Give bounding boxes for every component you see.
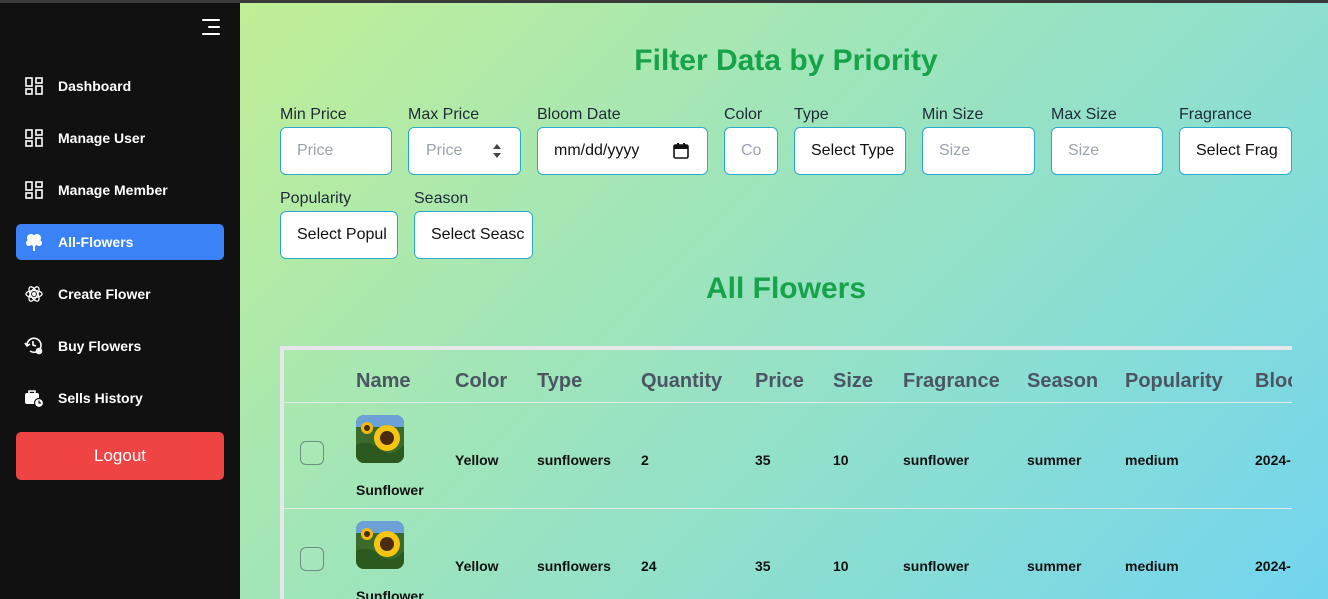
sidebar-item-manage-member[interactable]: Manage Member <box>16 172 224 208</box>
cell-size: 10 <box>833 452 849 468</box>
history-gear-icon <box>24 336 44 356</box>
color-input[interactable]: Co <box>724 127 778 175</box>
row-divider <box>284 508 1292 509</box>
filter-title: Filter Data by Priority <box>634 44 938 77</box>
main-content: Filter Data by Priority Min Price Price … <box>240 0 1328 599</box>
type-field: Type Select Type <box>794 105 906 175</box>
column-header-name[interactable]: Name <box>356 370 410 393</box>
cell-name: Sunflower <box>356 588 424 599</box>
column-header-bloom-date[interactable]: Bloo <box>1255 370 1292 393</box>
menu-toggle-icon[interactable] <box>200 18 222 36</box>
sunflower-thumbnail <box>356 521 404 569</box>
briefcase-clock-icon <box>24 388 44 408</box>
dashboard-grid-icon <box>24 180 44 200</box>
sidebar-item-all-flowers[interactable]: All-Flowers <box>16 224 224 260</box>
cell-bloom-date: 2024- <box>1255 558 1291 574</box>
column-header-popularity[interactable]: Popularity <box>1125 370 1223 393</box>
column-header-fragrance[interactable]: Fragrance <box>903 370 1000 393</box>
row-divider <box>284 402 1292 403</box>
popularity-label: Popularity <box>280 190 352 207</box>
max-price-placeholder: Price <box>426 142 463 159</box>
max-price-input[interactable]: Price <box>408 127 521 175</box>
type-select[interactable]: Select Type <box>794 127 906 175</box>
sidebar-item-sells-history[interactable]: Sells History <box>16 380 224 416</box>
cell-type: sunflowers <box>537 452 611 468</box>
sidebar-item-label: Sells History <box>58 390 143 406</box>
max-price-label: Max Price <box>408 106 480 123</box>
min-price-label: Min Price <box>280 106 347 123</box>
sidebar-item-label: Manage User <box>58 130 146 146</box>
atom-icon <box>24 284 44 304</box>
min-size-label: Min Size <box>922 106 984 123</box>
cell-fragrance: sunflower <box>903 452 970 468</box>
cell-price: 35 <box>755 558 771 574</box>
cell-quantity: 24 <box>641 558 657 574</box>
calendar-icon[interactable] <box>673 143 689 159</box>
bloom-date-input[interactable]: mm/dd/yyyy <box>537 127 708 175</box>
bloom-date-value: mm/dd/yyyy <box>554 142 640 159</box>
popularity-select[interactable]: Select Popul <box>280 211 398 259</box>
max-size-field: Max Size Size <box>1051 105 1163 175</box>
dashboard-grid-icon <box>24 76 44 96</box>
cell-price: 35 <box>755 452 771 468</box>
flower-icon <box>24 232 44 252</box>
logout-button[interactable]: Logout <box>16 432 224 480</box>
row-select-checkbox[interactable] <box>300 547 324 571</box>
cell-color: Yellow <box>455 452 499 468</box>
fragrance-field: Fragrance Select Frag <box>1179 105 1292 175</box>
fragrance-select[interactable]: Select Frag <box>1179 127 1292 175</box>
sidebar-item-label: Create Flower <box>58 286 151 302</box>
cell-season: summer <box>1027 558 1082 574</box>
max-size-label: Max Size <box>1051 106 1117 123</box>
sidebar-item-dashboard[interactable]: Dashboard <box>16 68 224 104</box>
cell-color: Yellow <box>455 558 499 574</box>
sidebar-item-label: Buy Flowers <box>58 338 142 354</box>
window-top-border <box>0 0 1328 3</box>
color-field: Color Co <box>724 105 778 175</box>
cell-bloom-date: 2024- <box>1255 452 1291 468</box>
sunflower-thumbnail <box>356 415 404 463</box>
column-header-quantity[interactable]: Quantity <box>641 370 722 393</box>
season-label: Season <box>414 190 469 207</box>
column-header-color[interactable]: Color <box>455 370 507 393</box>
all-flowers-title: All Flowers <box>705 272 867 305</box>
sidebar-item-buy-flowers[interactable]: Buy Flowers <box>16 328 224 364</box>
max-size-input[interactable]: Size <box>1051 127 1163 175</box>
min-price-input[interactable]: Price <box>280 127 392 175</box>
column-header-price[interactable]: Price <box>755 370 804 393</box>
row-select-checkbox[interactable] <box>300 441 324 465</box>
popularity-field: Popularity Select Popul <box>280 189 398 259</box>
column-header-season[interactable]: Season <box>1027 370 1098 393</box>
cell-season: summer <box>1027 452 1082 468</box>
season-select[interactable]: Select Seasc <box>414 211 533 259</box>
bloom-date-label: Bloom Date <box>537 106 621 123</box>
max-price-field: Max Price Price <box>408 105 521 175</box>
sidebar-item-create-flower[interactable]: Create Flower <box>16 276 224 312</box>
type-label: Type <box>794 106 829 123</box>
cell-type: sunflowers <box>537 558 611 574</box>
season-field: Season Select Seasc <box>414 189 533 259</box>
color-label: Color <box>724 106 763 123</box>
sidebar: Dashboard Manage User Manage Member All-… <box>0 0 240 599</box>
cell-popularity: medium <box>1125 452 1179 468</box>
column-header-size[interactable]: Size <box>833 370 873 393</box>
min-price-field: Min Price Price <box>280 105 392 175</box>
sidebar-item-manage-user[interactable]: Manage User <box>16 120 224 156</box>
cell-size: 10 <box>833 558 849 574</box>
min-size-field: Min Size Size <box>922 105 1035 175</box>
min-size-input[interactable]: Size <box>922 127 1035 175</box>
sidebar-item-label: Dashboard <box>58 78 132 94</box>
bloom-date-field: Bloom Date mm/dd/yyyy <box>537 105 708 175</box>
sidebar-item-label: All-Flowers <box>58 234 134 250</box>
sidebar-item-label: Manage Member <box>58 182 168 198</box>
dashboard-grid-icon <box>24 128 44 148</box>
column-header-type[interactable]: Type <box>537 370 582 393</box>
fragrance-label: Fragrance <box>1179 106 1252 123</box>
cell-name: Sunflower <box>356 482 424 498</box>
cell-quantity: 2 <box>641 452 649 468</box>
cell-fragrance: sunflower <box>903 558 970 574</box>
cell-popularity: medium <box>1125 558 1179 574</box>
number-spinner-icon[interactable] <box>492 142 502 160</box>
flowers-table: Name Color Type Quantity Price Size Frag… <box>280 346 1292 599</box>
